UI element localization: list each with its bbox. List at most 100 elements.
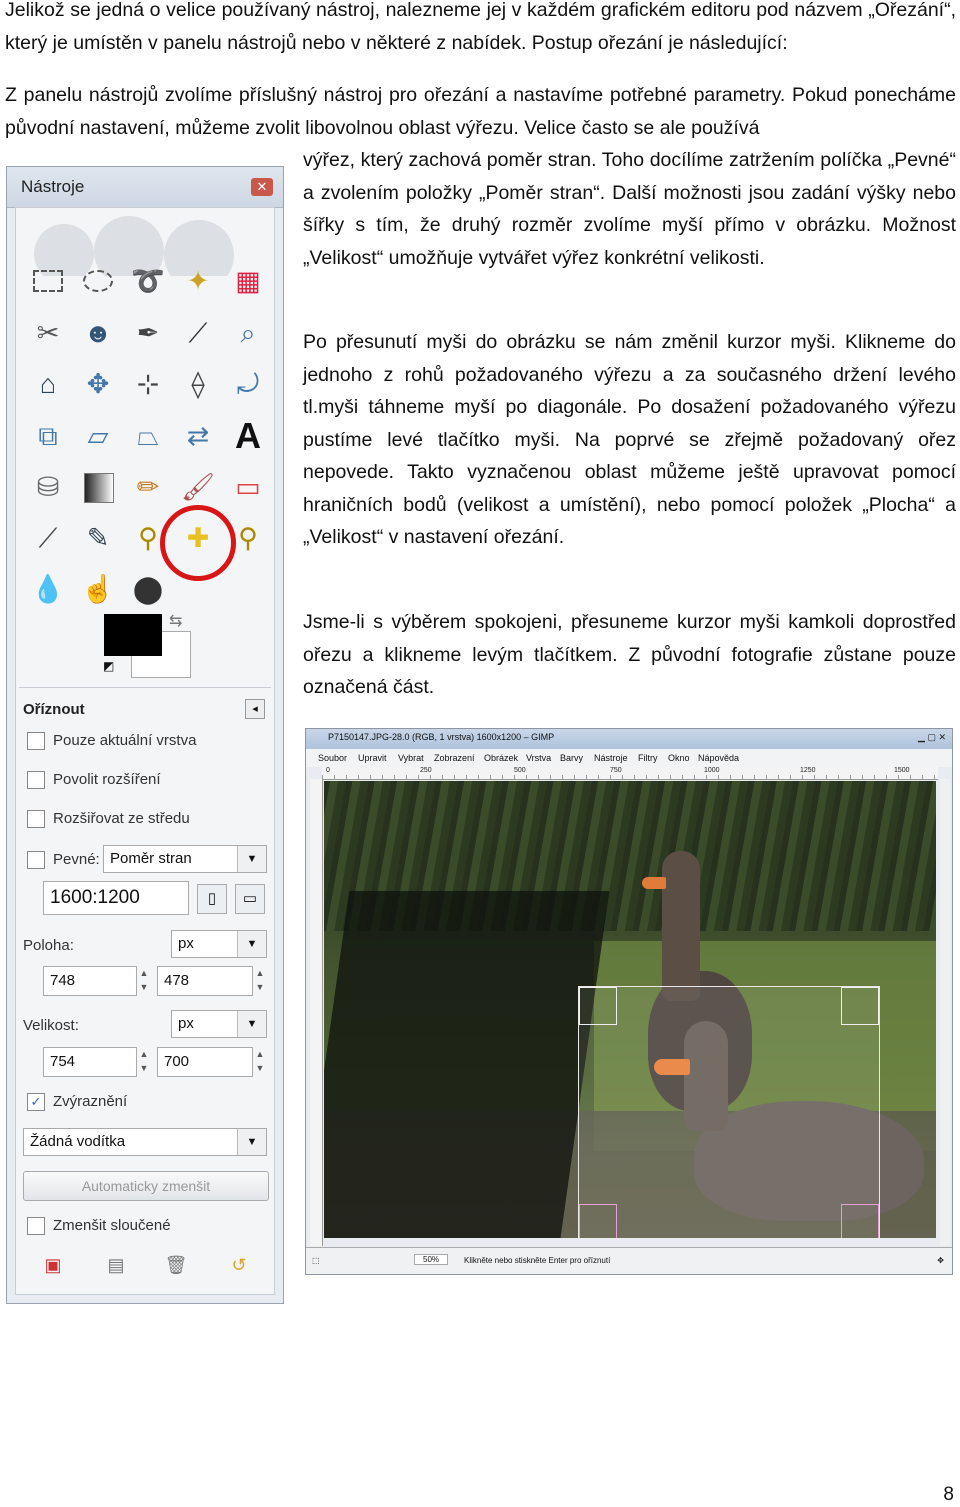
fixed-checkbox[interactable] bbox=[27, 851, 45, 869]
move-icon[interactable]: ✥ bbox=[79, 365, 117, 403]
guides-select[interactable]: Žádná vodítka ▼ bbox=[23, 1128, 267, 1156]
expand-center-label: Rozšiřovat ze středu bbox=[53, 810, 190, 827]
tool-options-title: Oříznout bbox=[23, 701, 85, 718]
bucket-fill-icon[interactable]: ⛁ bbox=[29, 468, 67, 506]
position-unit-select[interactable]: px ▼ bbox=[171, 930, 267, 958]
page-number: 8 bbox=[943, 1484, 954, 1505]
menu-upravit[interactable]: Upravit bbox=[358, 753, 387, 763]
gradient-icon[interactable] bbox=[79, 468, 117, 506]
finish-paragraph: Jsme-li s výběrem spokojeni, přesuneme k… bbox=[303, 611, 956, 698]
ratio-input[interactable]: 1600:1200 bbox=[43, 881, 189, 915]
toolbox-titlebar: Nástroje ✕ bbox=[7, 167, 283, 208]
intro-paragraph: Jelikož se jedná o velice používaný nást… bbox=[5, 0, 956, 54]
fuzzy-select-icon[interactable]: ✦ bbox=[179, 262, 217, 300]
spinner-icon[interactable]: ▲ ▼ bbox=[253, 966, 267, 996]
paintbrush-icon[interactable]: 🖌 bbox=[179, 468, 217, 506]
steps-paragraph-cont: výřez, který zachová poměr stran. Toho d… bbox=[303, 149, 956, 269]
ruler-tick: 1500 bbox=[894, 767, 910, 774]
crop-icon[interactable]: ⟠ bbox=[179, 365, 217, 403]
vertical-scrollbar[interactable] bbox=[940, 779, 950, 1246]
horizontal-ruler: 0 250 500 750 1000 1250 1500 bbox=[322, 767, 938, 780]
crop-handle[interactable] bbox=[841, 987, 879, 1025]
save-options-icon[interactable]: ▣ bbox=[41, 1253, 65, 1277]
swap-colors-icon[interactable]: ⇆ bbox=[169, 611, 182, 631]
crop-handle[interactable] bbox=[579, 987, 617, 1025]
size-height-input[interactable]: 700 bbox=[157, 1047, 253, 1077]
spinner-icon[interactable]: ▲ ▼ bbox=[137, 966, 151, 996]
crop-tool-highlight bbox=[160, 505, 236, 581]
crop-handle[interactable] bbox=[841, 1204, 879, 1238]
color-select-icon[interactable]: ▦ bbox=[229, 262, 267, 300]
spinner-icon[interactable]: ▲ ▼ bbox=[253, 1047, 267, 1077]
landscape-icon[interactable]: ▭ bbox=[235, 884, 265, 914]
scale-icon[interactable]: ⧉ bbox=[29, 417, 67, 455]
shear-icon[interactable]: ▱ bbox=[79, 417, 117, 455]
image-window-titlebar: P7150147.JPG-28.0 (RGB, 1 vrstva) 1600x1… bbox=[306, 729, 952, 749]
current-layer-label: Pouze aktuální vrstva bbox=[53, 732, 197, 749]
crop-rectangle[interactable] bbox=[578, 986, 880, 1238]
close-icon[interactable]: ✕ bbox=[251, 178, 273, 196]
shrink-merged-checkbox[interactable] bbox=[27, 1217, 45, 1235]
current-layer-checkbox[interactable] bbox=[27, 732, 45, 750]
foreground-select-icon[interactable]: ☻ bbox=[79, 314, 117, 352]
portrait-icon[interactable]: ▯ bbox=[197, 884, 227, 914]
autoshrink-button[interactable]: Automaticky zmenšit bbox=[23, 1171, 269, 1201]
align-icon[interactable]: ⊹ bbox=[129, 365, 167, 403]
ink-icon[interactable]: ✎ bbox=[79, 519, 117, 557]
menu-napoveda[interactable]: Nápověda bbox=[698, 753, 739, 763]
perspective-icon[interactable]: ⏢ bbox=[129, 417, 167, 455]
cursor-paragraph: Po přesunutí myši do obrázku se nám změn… bbox=[303, 331, 956, 548]
window-controls[interactable]: ▁ ▢ ✕ bbox=[918, 732, 946, 743]
pencil-icon[interactable]: ✏ bbox=[129, 468, 167, 506]
flip-icon[interactable]: ⇄ bbox=[179, 417, 217, 455]
menu-okno[interactable]: Okno bbox=[668, 753, 690, 763]
zoom-select[interactable]: 50% bbox=[414, 1254, 449, 1265]
allow-grow-checkbox[interactable] bbox=[27, 771, 45, 789]
delete-options-icon[interactable]: 🗑 bbox=[164, 1253, 188, 1277]
rect-select-icon[interactable] bbox=[29, 262, 67, 300]
expand-center-checkbox[interactable] bbox=[27, 810, 45, 828]
measure-icon[interactable]: ⌂ bbox=[29, 365, 67, 403]
default-colors-icon[interactable]: ◩ bbox=[103, 659, 114, 673]
blur-icon[interactable]: 💧 bbox=[29, 570, 67, 608]
guides-value: Žádná vodítka bbox=[30, 1133, 126, 1150]
crop-handle[interactable] bbox=[579, 1204, 617, 1238]
eraser-icon[interactable]: ▭ bbox=[229, 468, 267, 506]
navigate-icon[interactable]: ✥ bbox=[937, 1256, 944, 1265]
rotate-icon[interactable]: ⤾ bbox=[229, 365, 267, 403]
menu-filtry[interactable]: Filtry bbox=[638, 753, 658, 763]
fixed-mode-select[interactable]: Poměr stran ▼ bbox=[103, 845, 267, 873]
lasso-icon[interactable]: ➰ bbox=[129, 262, 167, 300]
airbrush-icon[interactable]: ⟋ bbox=[29, 519, 67, 557]
menu-zobrazeni[interactable]: Zobrazení bbox=[434, 753, 475, 763]
menu-barvy[interactable]: Barvy bbox=[560, 753, 583, 763]
spinner-icon[interactable]: ▲ ▼ bbox=[137, 1047, 151, 1077]
options-menu-arrow-icon[interactable]: ◂ bbox=[245, 699, 265, 719]
color-picker-icon[interactable]: ⟋ bbox=[179, 314, 217, 352]
pointer-icon: ⬚ bbox=[312, 1256, 320, 1265]
size-width-input[interactable]: 754 bbox=[43, 1047, 137, 1077]
position-x-input[interactable]: 748 bbox=[43, 966, 137, 996]
menu-vrstva[interactable]: Vrstva bbox=[526, 753, 551, 763]
paths-icon[interactable]: ✒ bbox=[129, 314, 167, 352]
zoom-icon[interactable]: ⌕ bbox=[229, 314, 267, 352]
menu-obrazek[interactable]: Obrázek bbox=[484, 753, 518, 763]
size-unit-select[interactable]: px ▼ bbox=[171, 1010, 267, 1038]
menu-vybrat[interactable]: Vybrat bbox=[398, 753, 424, 763]
smudge-icon[interactable]: ☝ bbox=[79, 570, 117, 608]
ellipse-select-icon[interactable] bbox=[79, 262, 117, 300]
highlight-checkbox[interactable]: ✓ bbox=[27, 1093, 45, 1111]
fixed-label: Pevné: bbox=[53, 851, 100, 868]
reset-options-icon[interactable]: ↺ bbox=[227, 1253, 251, 1277]
menu-nastroje[interactable]: Nástroje bbox=[594, 753, 628, 763]
restore-options-icon[interactable]: ▤ bbox=[104, 1253, 128, 1277]
foreground-color-swatch[interactable] bbox=[104, 614, 162, 656]
dodge-burn-icon[interactable]: ⬤ bbox=[129, 570, 167, 608]
menu-soubor[interactable]: Soubor bbox=[318, 753, 347, 763]
text-tool-icon[interactable]: A bbox=[229, 417, 267, 455]
image-canvas[interactable] bbox=[324, 781, 936, 1238]
gimp-image-window: P7150147.JPG-28.0 (RGB, 1 vrstva) 1600x1… bbox=[305, 728, 953, 1275]
scissors-icon[interactable]: ✂ bbox=[29, 314, 67, 352]
toolbox-title: Nástroje bbox=[21, 177, 85, 196]
position-y-input[interactable]: 478 bbox=[157, 966, 253, 996]
